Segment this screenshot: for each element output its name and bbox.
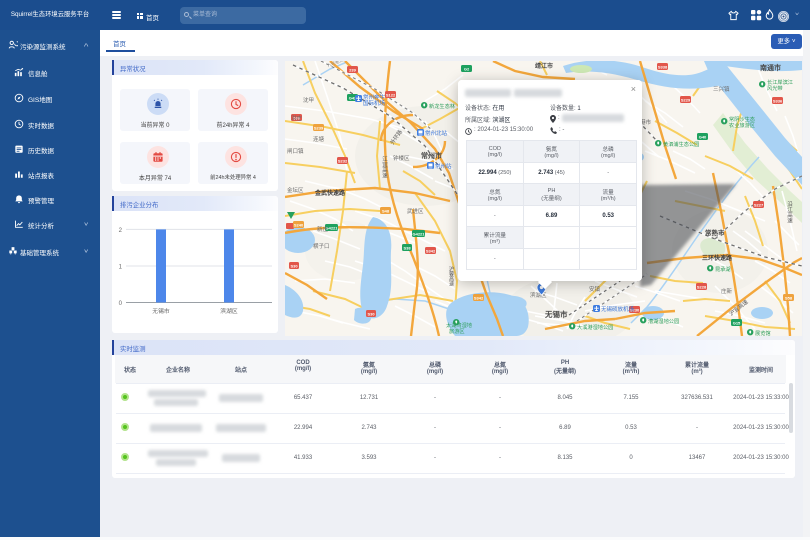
svg-text:常州北站: 常州北站 [425,129,448,137]
svg-text:无锡市: 无锡市 [544,309,568,319]
svg-text:S58: S58 [785,296,793,301]
svg-text:沪蓉高速: 沪蓉高速 [448,265,454,287]
svg-text:S338: S338 [658,65,668,70]
svg-text:靖江市: 靖江市 [535,62,553,70]
svg-text:G40: G40 [699,135,707,140]
svg-text:旅游区: 旅游区 [449,327,465,335]
svg-text:三兴镇: 三兴镇 [713,85,730,93]
svg-text:黄泗浦生态公园: 黄泗浦生态公园 [663,140,699,148]
svg-text:常熟市: 常熟市 [705,228,725,237]
svg-text:常州奔牛: 常州奔牛 [363,93,386,101]
svg-text:新龙生态林: 新龙生态林 [429,102,456,110]
svg-text:常阴沙生态: 常阴沙生态 [729,115,755,123]
svg-text:S232: S232 [338,159,348,164]
svg-text:武进区: 武进区 [407,207,424,215]
svg-text:S342: S342 [474,296,484,301]
svg-text:S48: S48 [382,209,390,214]
svg-text:庄新: 庄新 [721,287,733,295]
svg-text:连塘: 连塘 [313,135,325,143]
svg-text:风光带: 风光带 [767,84,783,92]
svg-text:S122: S122 [386,93,396,98]
svg-text:无锡硕放机场: 无锡硕放机场 [601,305,635,313]
svg-text:国际机场: 国际机场 [363,99,386,107]
svg-text:钟楼区: 钟楼区 [393,154,410,162]
svg-text:新庄: 新庄 [317,225,329,233]
svg-text:沿江高速: 沿江高速 [786,200,793,225]
svg-text:南通市: 南通市 [760,63,781,72]
svg-text:闸口镇: 闸口镇 [287,147,304,155]
svg-text:展览馆: 展览馆 [755,329,771,336]
svg-text:239: 239 [349,68,356,73]
svg-text:S240: S240 [294,223,304,228]
svg-text:G4221: G4221 [412,232,425,237]
svg-text:三环快速路: 三环快速路 [702,254,733,262]
svg-text:无锡市: 无锡市 [152,307,170,315]
svg-text:农业旅游区: 农业旅游区 [729,121,755,129]
svg-text:S336: S336 [773,99,783,104]
svg-text:金武快速路: 金武快速路 [314,189,346,197]
svg-text:太湖湾湿地: 太湖湾湿地 [446,321,472,329]
svg-text:S227: S227 [754,203,764,208]
svg-text:沈甲: 沈甲 [303,96,314,104]
svg-text:漕湖湿地公园: 漕湖湿地公园 [648,317,679,325]
svg-text:滨湖区: 滨湖区 [220,307,238,315]
svg-text:S228: S228 [697,285,707,290]
svg-text:0: 0 [119,301,123,307]
svg-text:江宜高速: 江宜高速 [381,156,388,180]
svg-text:S342: S342 [426,249,436,254]
svg-text:1: 1 [119,265,123,271]
svg-text:安镇: 安镇 [589,285,601,293]
svg-text:S239: S239 [314,126,324,131]
svg-text:常州市: 常州市 [421,151,442,160]
svg-text:常州站: 常州站 [435,162,452,170]
svg-text:金坛区: 金坛区 [287,186,304,194]
svg-text:长江岸滨江: 长江岸滨江 [767,78,793,86]
svg-text:S30: S30 [367,312,375,317]
svg-text:S229: S229 [681,98,691,103]
svg-text:G15: G15 [733,321,741,326]
svg-text:S30: S30 [290,264,298,269]
svg-text:昆承湖: 昆承湖 [715,265,731,273]
svg-text:2: 2 [119,228,123,234]
svg-text:大溪港湿地公园: 大溪港湿地公园 [577,323,613,331]
svg-text:横子口: 横子口 [313,242,330,250]
svg-text:S38: S38 [403,246,411,251]
svg-text:洪庄: 洪庄 [291,114,303,122]
svg-text:G2: G2 [464,67,470,72]
